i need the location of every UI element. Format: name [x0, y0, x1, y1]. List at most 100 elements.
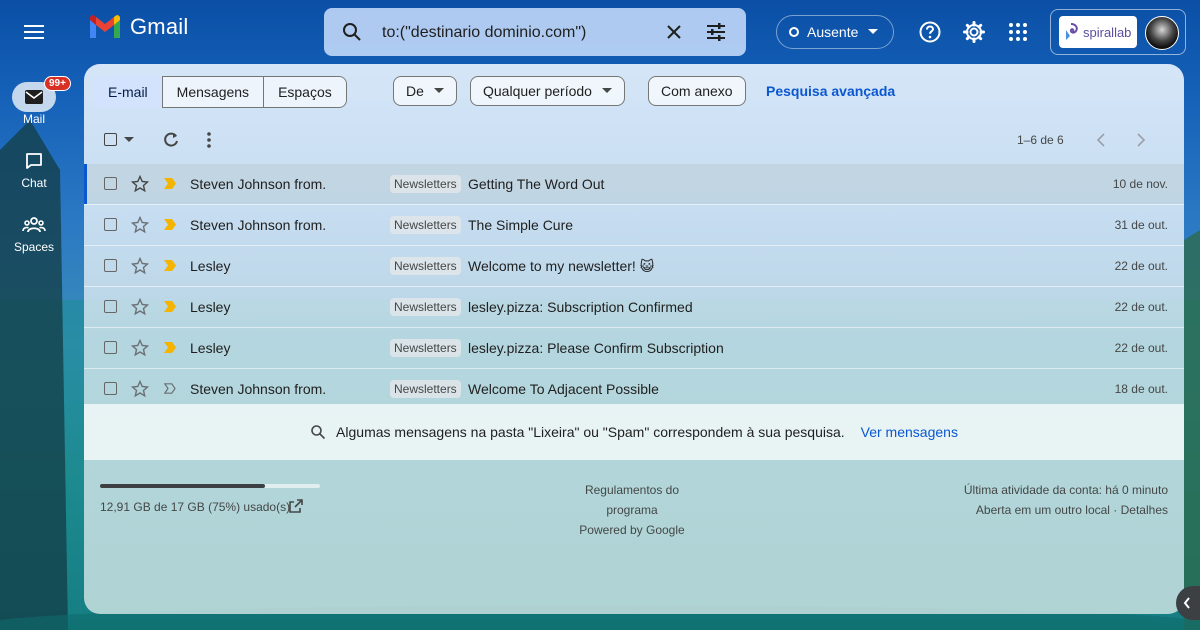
email-subject: lesley.pizza: Subscription Confirmed — [468, 299, 693, 315]
tab-messages[interactable]: Mensagens — [162, 77, 264, 107]
attachment-filter-chip[interactable]: Com anexo — [648, 76, 746, 106]
email-row[interactable]: Steven Johnson from. Newsletters Getting… — [84, 164, 1184, 204]
important-marker-icon[interactable] — [164, 178, 176, 189]
gmail-logo[interactable]: Gmail — [88, 14, 188, 40]
star-icon[interactable] — [131, 257, 149, 275]
app-title: Gmail — [130, 14, 189, 39]
footer-links: Regulamentos do programa Powered by Goog… — [558, 480, 706, 540]
email-row[interactable]: Lesley Newsletters Welcome to my newslet… — [84, 245, 1184, 286]
email-row[interactable]: Lesley Newsletters lesley.pizza: Please … — [84, 327, 1184, 368]
email-subject: lesley.pizza: Please Confirm Subscriptio… — [468, 340, 724, 356]
email-label-chip[interactable]: Newsletters — [390, 298, 461, 316]
period-filter-chip[interactable]: Qualquer período — [470, 76, 625, 106]
search-icon[interactable] — [340, 20, 364, 44]
email-label-chip[interactable]: Newsletters — [390, 339, 461, 357]
chevron-down-icon — [433, 88, 444, 93]
important-marker-icon[interactable] — [164, 301, 176, 312]
rail-label-chat: Chat — [21, 176, 47, 190]
email-subject: Welcome to my newsletter! 😺 — [468, 257, 655, 274]
email-date: 31 de out. — [1114, 218, 1168, 232]
apps-grid-icon[interactable] — [1006, 20, 1030, 44]
row-checkbox[interactable] — [104, 177, 117, 190]
row-checkbox[interactable] — [104, 259, 117, 272]
rail-label-mail: Mail — [22, 112, 45, 126]
status-ring-icon — [789, 27, 799, 37]
account-activity: Última atividade da conta: há 0 minuto A… — [964, 480, 1168, 520]
refresh-icon[interactable] — [162, 131, 180, 149]
side-panel-toggle[interactable] — [1176, 586, 1200, 620]
user-avatar[interactable] — [1145, 16, 1179, 50]
email-label-chip[interactable]: Newsletters — [390, 257, 461, 275]
email-sender: Lesley — [190, 258, 231, 274]
email-list: Steven Johnson from. Newsletters Getting… — [84, 164, 1184, 409]
email-label-chip[interactable]: Newsletters — [390, 380, 461, 398]
email-row[interactable]: Steven Johnson from. Newsletters The Sim… — [84, 204, 1184, 245]
star-icon[interactable] — [131, 175, 149, 193]
chevron-down-icon — [601, 88, 612, 93]
email-sender: Lesley — [190, 340, 231, 356]
account-switcher[interactable]: spirallab — [1050, 9, 1186, 55]
chevron-left-icon — [1183, 597, 1190, 609]
rail-item-spaces[interactable]: Spaces — [0, 210, 68, 254]
settings-gear-icon[interactable] — [962, 20, 986, 44]
pagination-label: 1–6 de 6 — [1017, 133, 1064, 147]
email-row[interactable]: Steven Johnson from. Newsletters Welcome… — [84, 368, 1184, 409]
status-label: Ausente — [807, 24, 859, 40]
email-row[interactable]: Lesley Newsletters lesley.pizza: Subscri… — [84, 286, 1184, 327]
search-input[interactable] — [380, 16, 654, 50]
rail-item-mail[interactable]: 99+ Mail — [0, 76, 71, 126]
spaces-people-icon — [22, 217, 46, 233]
rail-item-chat[interactable]: Chat — [0, 146, 68, 190]
spirallab-logo-icon — [1066, 23, 1078, 40]
select-all-checkbox[interactable] — [104, 133, 117, 146]
left-rail: 99+ Mail Chat Spaces — [0, 64, 71, 630]
from-filter-label: De — [406, 83, 424, 99]
more-options-icon[interactable] — [204, 131, 214, 149]
email-subject: The Simple Cure — [468, 217, 574, 233]
tab-email[interactable]: E-mail — [94, 76, 162, 108]
important-marker-icon[interactable] — [164, 260, 176, 271]
tab-spaces[interactable]: Espaços — [263, 77, 346, 107]
unread-badge: 99+ — [44, 76, 71, 91]
search-icon — [311, 425, 326, 440]
select-options-chevron-icon[interactable] — [124, 137, 134, 143]
email-date: 22 de out. — [1114, 300, 1168, 314]
program-policies-link[interactable]: Regulamentos do programa — [558, 480, 706, 520]
organization-name: spirallab — [1083, 24, 1132, 40]
email-subject: Welcome To Adjacent Possible — [468, 381, 659, 397]
row-checkbox[interactable] — [104, 341, 117, 354]
row-checkbox[interactable] — [104, 218, 117, 231]
important-marker-icon[interactable] — [164, 342, 176, 353]
star-icon[interactable] — [131, 339, 149, 357]
view-messages-link[interactable]: Ver mensagens — [861, 424, 958, 440]
email-subject: Getting The Word Out — [468, 176, 605, 192]
powered-by-text: Powered by Google — [579, 523, 685, 537]
search-options-icon[interactable] — [704, 20, 728, 44]
notice-text: Algumas mensagens na pasta "Lixeira" ou … — [336, 424, 845, 440]
from-filter-chip[interactable]: De — [393, 76, 457, 106]
star-icon[interactable] — [131, 380, 149, 398]
important-marker-icon[interactable] — [164, 219, 176, 230]
prev-page-icon[interactable] — [1096, 133, 1106, 147]
star-icon[interactable] — [131, 216, 149, 234]
help-icon[interactable] — [918, 20, 942, 44]
status-dropdown[interactable]: Ausente — [776, 15, 894, 49]
email-date: 18 de out. — [1114, 382, 1168, 396]
email-label-chip[interactable]: Newsletters — [390, 175, 461, 193]
email-sender: Steven Johnson from. — [190, 176, 327, 192]
main-menu-button[interactable] — [14, 12, 54, 52]
not-important-marker-icon[interactable] — [164, 383, 176, 394]
next-page-icon[interactable] — [1136, 133, 1146, 147]
row-checkbox[interactable] — [104, 382, 117, 395]
clear-search-icon[interactable] — [662, 20, 686, 44]
email-date: 10 de nov. — [1112, 177, 1168, 191]
attachment-filter-label: Com anexo — [661, 83, 733, 99]
search-bar — [324, 8, 746, 56]
row-checkbox[interactable] — [104, 300, 117, 313]
email-label-chip[interactable]: Newsletters — [390, 216, 461, 234]
storage-progress-fill — [100, 484, 265, 488]
star-icon[interactable] — [131, 298, 149, 316]
advanced-search-link[interactable]: Pesquisa avançada — [766, 83, 895, 99]
open-storage-external-icon[interactable] — [288, 498, 304, 514]
open-elsewhere-details-link[interactable]: Aberta em um outro local · Detalhes — [964, 500, 1168, 520]
